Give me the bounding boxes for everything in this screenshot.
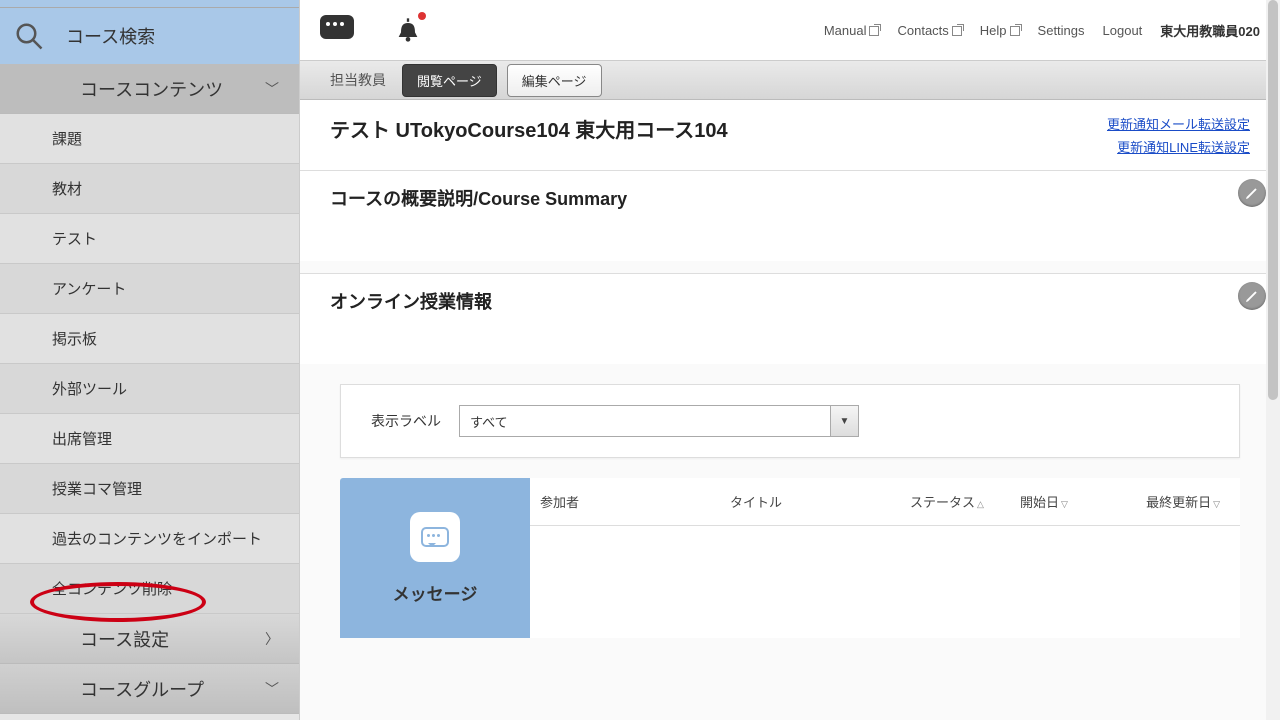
sort-desc-icon: ▽ — [1061, 499, 1068, 509]
section-course-settings[interactable]: コース設定 〉 — [0, 614, 299, 664]
message-table: 参加者 タイトル ステータス△ 開始日▽ 最終更新日▽ — [530, 478, 1240, 638]
bell-icon — [394, 16, 422, 44]
link-logout[interactable]: Logout — [1103, 23, 1143, 38]
role-label: 担当教員 — [330, 70, 386, 90]
page-scrollbar[interactable] — [1266, 0, 1280, 720]
tab-view-page[interactable]: 閲覧ページ — [402, 64, 497, 97]
link-manual[interactable]: Manual — [824, 23, 880, 38]
filter-label-select[interactable]: すべて ▼ — [459, 405, 859, 437]
nav-surveys[interactable]: アンケート — [0, 264, 299, 314]
external-link-icon — [1010, 26, 1020, 36]
nav-attendance[interactable]: 出席管理 — [0, 414, 299, 464]
chat-icon — [320, 15, 354, 39]
edit-online-button[interactable] — [1238, 282, 1266, 310]
section-course-settings-label: コース設定 — [80, 626, 169, 652]
chevron-right-icon: 〉 — [265, 629, 279, 649]
link-help[interactable]: Help — [980, 23, 1020, 38]
nav-session-manage[interactable]: 授業コマ管理 — [0, 464, 299, 514]
scrollbar-thumb[interactable] — [1268, 0, 1278, 400]
chevron-down-icon: ﹀ — [265, 79, 279, 99]
message-icon — [410, 512, 460, 562]
pencil-icon — [1244, 185, 1260, 201]
messages-icon-button[interactable] — [320, 15, 354, 45]
link-contacts[interactable]: Contacts — [897, 23, 961, 38]
nav-materials[interactable]: 教材 — [0, 164, 299, 214]
filter-label: 表示ラベル — [371, 411, 441, 431]
panel-online-class-heading: オンライン授業情報 — [330, 288, 1250, 314]
notification-dot-icon — [418, 12, 426, 20]
link-mail-forward-settings[interactable]: 更新通知メール転送設定 — [1107, 114, 1250, 133]
section-course-contents[interactable]: コースコンテンツ ﹀ — [0, 64, 299, 114]
category-card-message[interactable]: メッセージ — [340, 478, 530, 638]
col-status[interactable]: ステータス△ — [900, 492, 1010, 511]
link-line-forward-settings[interactable]: 更新通知LINE転送設定 — [1107, 137, 1250, 156]
filter-select-value: すべて — [460, 412, 518, 431]
link-settings[interactable]: Settings — [1038, 23, 1085, 38]
tab-edit-page[interactable]: 編集ページ — [507, 64, 602, 97]
sort-asc-icon: △ — [977, 499, 984, 509]
current-user-label: 東大用教職員020 — [1160, 21, 1260, 40]
external-link-icon — [869, 26, 879, 36]
course-title: テスト UTokyoCourse104 東大用コース104 — [330, 114, 728, 156]
course-search-row[interactable]: コース検索 — [0, 8, 299, 64]
nav-external-tools[interactable]: 外部ツール — [0, 364, 299, 414]
section-course-contents-label: コースコンテンツ — [80, 76, 223, 102]
nav-delete-all[interactable]: 全コンテンツ削除 — [0, 564, 299, 614]
search-icon — [14, 21, 44, 51]
nav-board[interactable]: 掲示板 — [0, 314, 299, 364]
nav-assignments[interactable]: 課題 — [0, 114, 299, 164]
search-label: コース検索 — [66, 23, 155, 49]
panel-course-summary-heading: コースの概要説明/Course Summary — [330, 185, 1250, 211]
col-participants[interactable]: 参加者 — [530, 492, 720, 511]
category-name: メッセージ — [393, 580, 478, 605]
col-last-updated[interactable]: 最終更新日▽ — [1110, 492, 1230, 511]
external-link-icon — [952, 26, 962, 36]
col-start-date[interactable]: 開始日▽ — [1010, 492, 1110, 511]
dropdown-arrow-icon: ▼ — [830, 406, 858, 436]
section-course-group-label: コースグループ — [80, 676, 204, 702]
edit-summary-button[interactable] — [1238, 179, 1266, 207]
nav-import-past[interactable]: 過去のコンテンツをインポート — [0, 514, 299, 564]
chevron-down-icon: ﹀ — [265, 679, 279, 699]
col-title[interactable]: タイトル — [720, 492, 900, 511]
nav-tests[interactable]: テスト — [0, 214, 299, 264]
notifications-icon-button[interactable] — [394, 16, 422, 44]
section-course-group[interactable]: コースグループ ﹀ — [0, 664, 299, 714]
sort-desc-icon: ▽ — [1213, 499, 1220, 509]
pencil-icon — [1244, 288, 1260, 304]
